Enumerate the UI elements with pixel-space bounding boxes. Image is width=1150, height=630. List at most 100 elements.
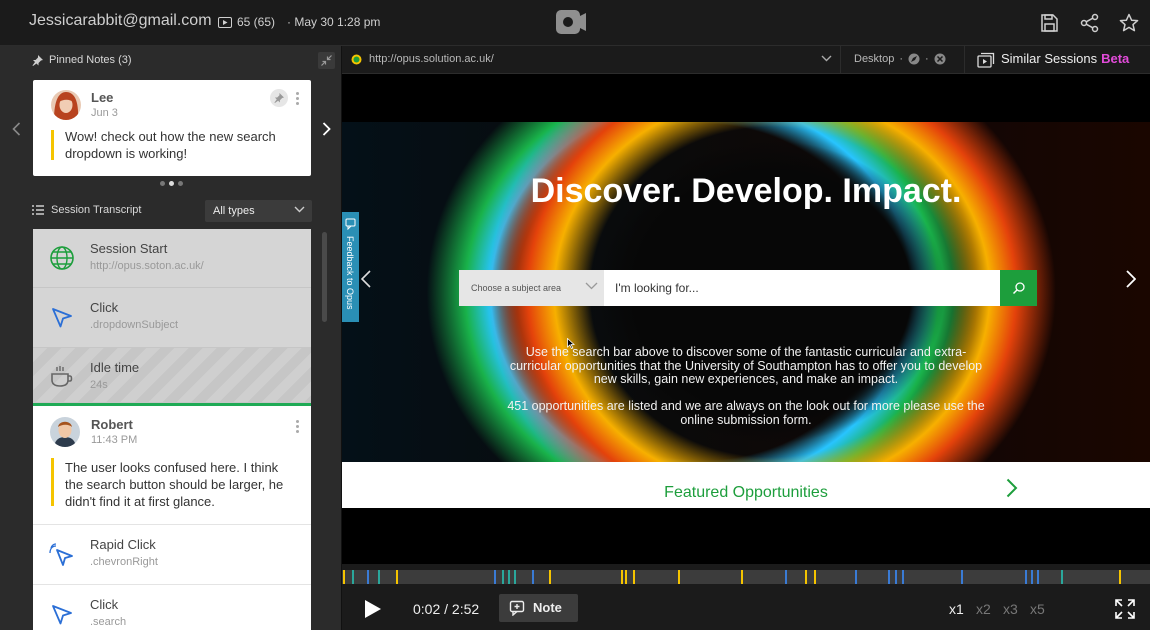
event-marker[interactable] — [625, 570, 627, 584]
event-marker[interactable] — [785, 570, 787, 584]
speed-x2-button[interactable]: x2 — [976, 601, 991, 617]
note-label: Note — [533, 600, 562, 615]
list-item[interactable]: Click .search — [33, 585, 311, 630]
event-marker[interactable] — [678, 570, 680, 584]
player-controls: 0:02 / 2:52 Note x1 x2 x3 x5 — [342, 588, 1150, 630]
list-item[interactable]: Session Start http://opus.soton.ac.uk/ — [33, 229, 311, 288]
event-marker[interactable] — [494, 570, 496, 584]
subject-dropdown[interactable]: Choose a subject area — [459, 270, 604, 306]
chevron-right-icon[interactable] — [322, 122, 331, 136]
timeline[interactable] — [342, 570, 1150, 584]
event-marker[interactable] — [1119, 570, 1121, 584]
event-type-select[interactable]: All types — [205, 200, 312, 222]
item-title: Session Start — [90, 241, 168, 256]
item-title: Rapid Click — [90, 537, 156, 552]
intro-paragraph: Use the search bar above to discover som… — [509, 345, 983, 386]
note-menu-button[interactable] — [296, 420, 300, 435]
event-marker[interactable] — [549, 570, 551, 584]
globe-icon — [50, 246, 74, 270]
pinned-note-card[interactable]: Lee Jun 3 Wow! check out how the new sea… — [33, 80, 311, 176]
note-item[interactable]: Robert 11:43 PM The user looks confused … — [33, 406, 311, 525]
event-marker[interactable] — [514, 570, 516, 584]
similar-sessions-button[interactable]: Similar Sessions Beta — [964, 46, 1150, 74]
event-marker[interactable] — [1025, 570, 1027, 584]
top-bar: Jessicarabbit@gmail.com 65 (65) · May 30… — [0, 0, 1150, 46]
event-marker[interactable] — [888, 570, 890, 584]
event-marker[interactable] — [814, 570, 816, 584]
unpin-button[interactable] — [270, 89, 288, 107]
list-item[interactable]: Rapid Click .chevronRight — [33, 525, 311, 585]
star-icon[interactable] — [1119, 13, 1139, 33]
event-marker[interactable] — [378, 570, 380, 584]
os-icon — [934, 53, 946, 65]
cursor-icon — [52, 308, 72, 328]
site-favicon-icon — [351, 54, 362, 65]
event-marker[interactable] — [961, 570, 963, 584]
page-url[interactable]: http://opus.solution.ac.uk/ — [369, 53, 494, 65]
note-text: Wow! check out how the new search dropdo… — [65, 129, 276, 161]
rapid-click-icon — [49, 543, 73, 566]
pagination-dots[interactable] — [160, 181, 183, 186]
hero-banner: Discover. Develop. Impact. Choose a subj… — [342, 122, 1150, 462]
collapse-icon — [321, 55, 332, 66]
speed-x5-button[interactable]: x5 — [1030, 601, 1045, 617]
event-marker[interactable] — [343, 570, 345, 584]
event-marker[interactable] — [508, 570, 510, 584]
speed-x1-button[interactable]: x1 — [949, 601, 964, 617]
search-input[interactable] — [604, 270, 1000, 306]
opportunities-paragraph: 451 opportunities are listed and we are … — [507, 399, 985, 427]
event-marker[interactable] — [502, 570, 504, 584]
note-time: 11:43 PM — [91, 434, 138, 446]
event-marker[interactable] — [621, 570, 623, 584]
event-marker[interactable] — [396, 570, 398, 584]
chevron-down-icon — [585, 282, 598, 290]
list-item[interactable]: Idle time 24s — [33, 348, 311, 403]
quote-bar — [51, 458, 54, 506]
playback-time: 0:02 / 2:52 — [413, 601, 480, 617]
note-menu-button[interactable] — [296, 92, 300, 107]
play-icon[interactable] — [364, 599, 382, 619]
device-info: Desktop · · — [854, 53, 946, 65]
event-marker[interactable] — [1031, 570, 1033, 584]
chevron-down-icon[interactable] — [821, 55, 832, 62]
list-icon — [32, 205, 44, 215]
event-marker[interactable] — [805, 570, 807, 584]
event-marker[interactable] — [352, 570, 354, 584]
item-subtitle: .chevronRight — [90, 556, 158, 568]
chevron-right-icon[interactable] — [1006, 478, 1018, 498]
event-marker[interactable] — [633, 570, 635, 584]
chevron-left-icon[interactable] — [361, 270, 371, 288]
quote-bar — [51, 130, 54, 160]
transcript-scrollbar[interactable] — [322, 232, 327, 322]
save-icon[interactable] — [1039, 13, 1059, 33]
fullscreen-icon[interactable] — [1115, 599, 1135, 619]
device-type: Desktop — [854, 53, 895, 65]
avatar — [51, 90, 81, 120]
chevron-left-icon[interactable] — [12, 122, 21, 136]
item-title: Idle time — [90, 360, 140, 375]
coffee-icon — [51, 366, 73, 387]
event-marker[interactable] — [902, 570, 904, 584]
list-item[interactable]: Click .dropdownSubject — [33, 288, 311, 348]
subject-placeholder: Choose a subject area — [471, 283, 562, 293]
pin-icon — [32, 54, 43, 66]
search-button[interactable] — [1000, 270, 1037, 306]
speed-x3-button[interactable]: x3 — [1003, 601, 1018, 617]
feedback-tab[interactable]: Feedback to Opus — [342, 212, 359, 322]
chevron-right-icon[interactable] — [1126, 270, 1136, 288]
event-marker[interactable] — [532, 570, 534, 584]
recorder-logo-icon — [556, 10, 586, 34]
item-subtitle: .search — [90, 616, 127, 628]
share-icon[interactable] — [1080, 13, 1100, 33]
collapse-button[interactable] — [318, 52, 335, 69]
featured-title[interactable]: Featured Opportunities — [342, 484, 1150, 502]
event-marker[interactable] — [741, 570, 743, 584]
event-marker[interactable] — [1037, 570, 1039, 584]
event-marker[interactable] — [1061, 570, 1063, 584]
event-marker[interactable] — [895, 570, 897, 584]
event-marker[interactable] — [855, 570, 857, 584]
session-date: · May 30 1:28 pm — [287, 15, 381, 29]
event-marker[interactable] — [367, 570, 369, 584]
pinned-notes-title: Pinned Notes (3) — [49, 54, 132, 66]
add-note-button[interactable]: Note — [499, 594, 578, 622]
